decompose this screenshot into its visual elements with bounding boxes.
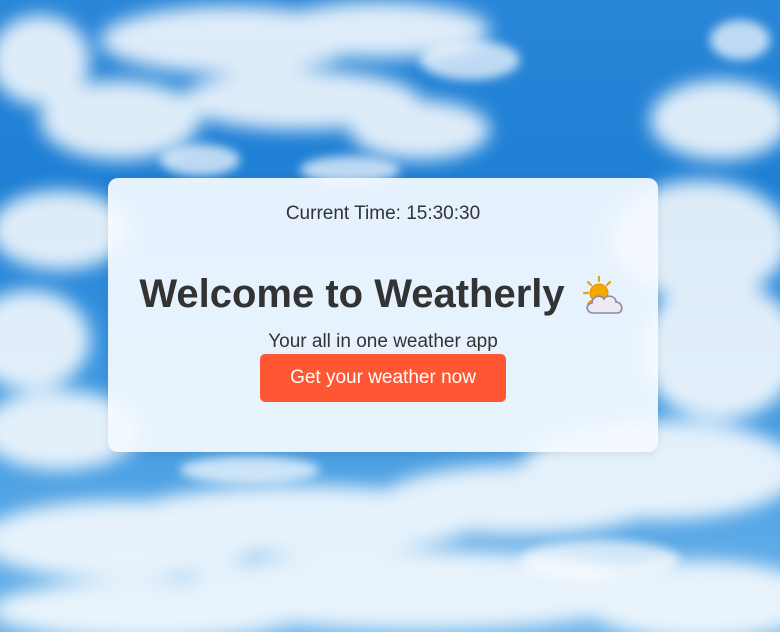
get-weather-button[interactable]: Get your weather now (260, 354, 506, 402)
welcome-card: Current Time: 15:30:30 Welcome to Weathe… (108, 178, 658, 452)
current-time: Current Time: 15:30:30 (108, 202, 658, 226)
title-row: Welcome to Weatherly (108, 270, 658, 318)
time-label: Current Time: (285, 203, 401, 224)
page-title: Welcome to Weatherly (139, 272, 565, 316)
time-value: 15:30:30 (406, 203, 481, 224)
sun-behind-cloud-icon (581, 275, 627, 317)
subtitle: Your all in one weather app (268, 331, 498, 352)
